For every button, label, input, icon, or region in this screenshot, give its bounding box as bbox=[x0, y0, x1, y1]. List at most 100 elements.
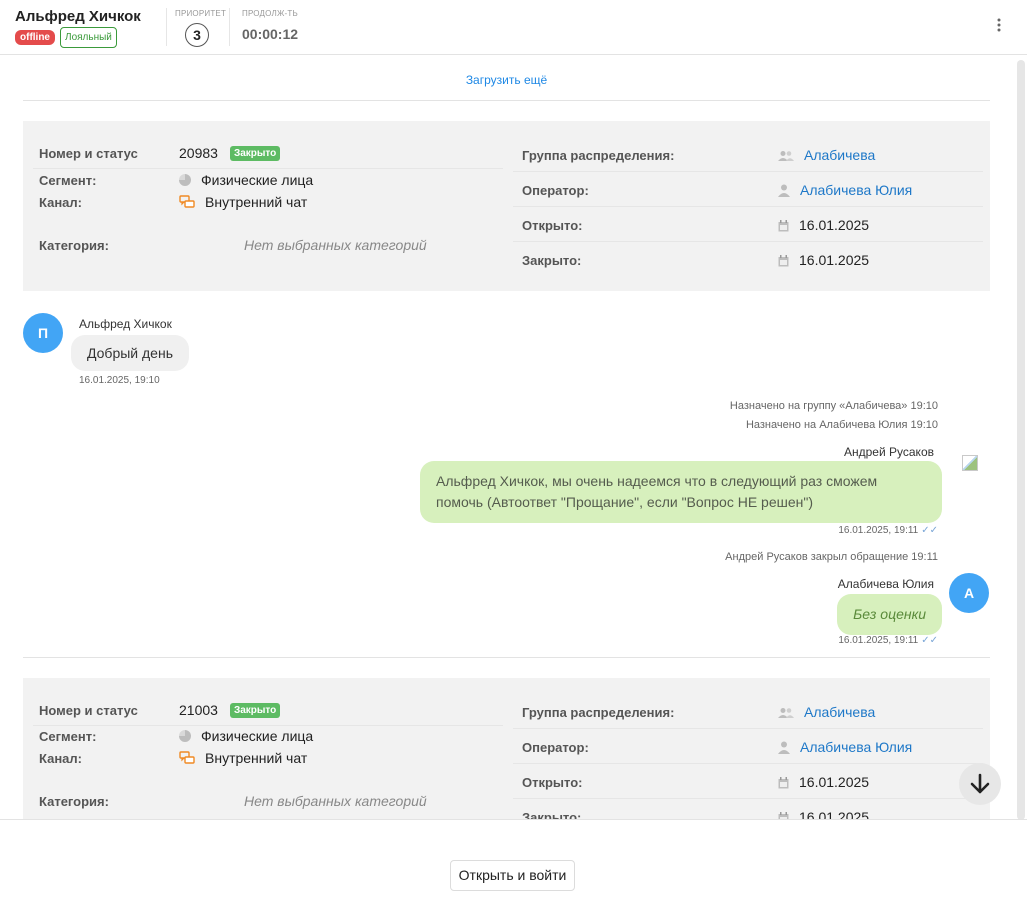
channel-row: Канал: Внутренний чат bbox=[39, 194, 307, 210]
agent-message-bubble: Альфред Хичкок, мы очень надеемся что в … bbox=[420, 461, 942, 523]
row-divider bbox=[513, 763, 983, 764]
chat-history[interactable]: Загрузить ещё Номер и статус 20983 Закры… bbox=[0, 55, 1027, 819]
group-row: Группа распределения: Алабичева bbox=[522, 147, 875, 163]
ticket-card: Номер и статус 21003 Закрыто Сегмент: Фи… bbox=[23, 678, 990, 819]
read-ticks-icon: ✓✓ bbox=[921, 525, 938, 536]
client-badges: offline Лояльный bbox=[15, 27, 117, 48]
operator-avatar: А bbox=[949, 573, 989, 613]
operator-row: Оператор: Алабичева Юлия bbox=[522, 182, 912, 198]
operator-row: Оператор: Алабичева Юлия bbox=[522, 739, 912, 755]
divider bbox=[23, 657, 990, 658]
category-value: Нет выбранных категорий bbox=[244, 793, 427, 809]
system-event: Назначено на группу «Алабичева» 19:10 bbox=[729, 400, 938, 412]
channel-value: Внутренний чат bbox=[205, 750, 308, 766]
chat-header: Альфред Хичкок offline Лояльный ПРИОРИТЕ… bbox=[0, 0, 1027, 55]
client-info: Альфред Хичкок bbox=[15, 8, 141, 25]
operator-link[interactable]: Алабичева Юлия bbox=[800, 739, 912, 755]
row-divider bbox=[33, 725, 503, 726]
message-time: 16.01.2025, 19:11 bbox=[838, 635, 919, 646]
ticket-number-row: Номер и статус 21003 Закрыто bbox=[39, 702, 281, 718]
opened-row: Открыто: 16.01.2025 bbox=[522, 217, 869, 233]
ticket-card: Номер и статус 20983 Закрыто Сегмент: Фи… bbox=[23, 121, 990, 291]
label: Номер и статус bbox=[39, 145, 138, 161]
ticket-number[interactable]: 20983 bbox=[179, 145, 218, 161]
label: Открыто: bbox=[522, 217, 583, 233]
label: Категория: bbox=[39, 237, 109, 253]
divider bbox=[23, 100, 990, 101]
read-ticks-icon: ✓✓ bbox=[921, 635, 938, 646]
label: Категория: bbox=[39, 793, 109, 809]
system-event: Назначено на Алабичева Юлия 19:10 bbox=[745, 419, 938, 431]
label: Группа распределения: bbox=[522, 147, 675, 163]
message-time-row: 16.01.2025, 19:11 ✓✓ bbox=[838, 525, 938, 536]
opened-row: Открыто: 16.01.2025 bbox=[522, 774, 869, 790]
label: Группа распределения: bbox=[522, 704, 675, 720]
arrow-down-icon bbox=[970, 773, 990, 794]
opened-date: 16.01.2025 bbox=[799, 217, 870, 233]
closed-date: 16.01.2025 bbox=[799, 809, 870, 819]
header-divider bbox=[229, 8, 230, 46]
label: Сегмент: bbox=[39, 172, 97, 188]
label: Канал: bbox=[39, 750, 82, 766]
priority-block: ПРИОРИТЕТ 3 bbox=[175, 9, 226, 47]
label: Оператор: bbox=[522, 739, 589, 755]
people-icon bbox=[778, 706, 794, 718]
open-and-enter-button[interactable]: Открыть и войти bbox=[450, 860, 575, 891]
priority-value: 3 bbox=[185, 23, 209, 47]
kebab-menu-icon[interactable] bbox=[993, 18, 1005, 34]
group-link[interactable]: Алабичева bbox=[804, 704, 875, 720]
label: Канал: bbox=[39, 194, 82, 210]
client-message-bubble: Добрый день bbox=[71, 335, 189, 371]
duration-label: ПРОДОЛЖ-ТЬ bbox=[242, 9, 298, 18]
message-time: 16.01.2025, 19:10 bbox=[79, 375, 160, 386]
footer-bar: Открыть и войти bbox=[0, 819, 1027, 903]
calendar-icon bbox=[778, 811, 789, 819]
load-more-link[interactable]: Загрузить ещё bbox=[23, 73, 990, 87]
message-time-row: 16.01.2025, 19:11 ✓✓ bbox=[838, 635, 938, 646]
scroll-down-button[interactable] bbox=[959, 763, 1001, 805]
category-row: Категория: Нет выбранных категорий bbox=[39, 793, 427, 809]
closed-date: 16.01.2025 bbox=[799, 252, 870, 268]
client-name[interactable]: Альфред Хичкок bbox=[15, 8, 141, 25]
opened-date: 16.01.2025 bbox=[799, 774, 870, 790]
row-divider bbox=[513, 798, 983, 799]
pie-chart-icon bbox=[179, 730, 191, 742]
chat-bubbles-icon bbox=[179, 195, 195, 209]
row-divider bbox=[513, 728, 983, 729]
client-avatar: П bbox=[23, 313, 63, 353]
chat-bubbles-icon bbox=[179, 751, 195, 765]
segment-row: Сегмент: Физические лица bbox=[39, 728, 313, 744]
rating-bubble: Без оценки bbox=[837, 594, 942, 635]
label: Оператор: bbox=[522, 182, 589, 198]
channel-row: Канал: Внутренний чат bbox=[39, 750, 307, 766]
closed-row: Закрыто: 16.01.2025 bbox=[522, 809, 869, 819]
agent-avatar-image bbox=[962, 455, 978, 471]
people-icon bbox=[778, 149, 794, 161]
segment-value: Физические лица bbox=[201, 172, 314, 188]
pie-chart-icon bbox=[179, 174, 191, 186]
scrollbar[interactable] bbox=[1017, 60, 1025, 820]
group-link[interactable]: Алабичева bbox=[804, 147, 875, 163]
row-divider bbox=[513, 206, 983, 207]
channel-value: Внутренний чат bbox=[205, 194, 308, 210]
operator-link[interactable]: Алабичева Юлия bbox=[800, 182, 912, 198]
status-badge: Закрыто bbox=[229, 145, 281, 161]
row-divider bbox=[513, 241, 983, 242]
row-divider bbox=[513, 171, 983, 172]
ticket-number[interactable]: 21003 bbox=[179, 702, 218, 718]
header-divider bbox=[166, 8, 167, 46]
row-divider bbox=[33, 168, 503, 169]
label: Номер и статус bbox=[39, 702, 138, 718]
ticket-number-row: Номер и статус 20983 Закрыто bbox=[39, 145, 281, 161]
system-event: Андрей Русаков закрыл обращение 19:11 bbox=[725, 551, 938, 563]
segment-value: Физические лица bbox=[201, 728, 314, 744]
user-icon bbox=[778, 184, 790, 197]
message-author: Альфред Хичкок bbox=[79, 317, 172, 331]
label: Закрыто: bbox=[522, 252, 582, 268]
message-author: Андрей Русаков bbox=[844, 445, 934, 459]
user-icon bbox=[778, 741, 790, 754]
group-row: Группа распределения: Алабичева bbox=[522, 704, 875, 720]
calendar-icon bbox=[778, 776, 789, 789]
category-value: Нет выбранных категорий bbox=[244, 237, 427, 253]
closed-row: Закрыто: 16.01.2025 bbox=[522, 252, 869, 268]
